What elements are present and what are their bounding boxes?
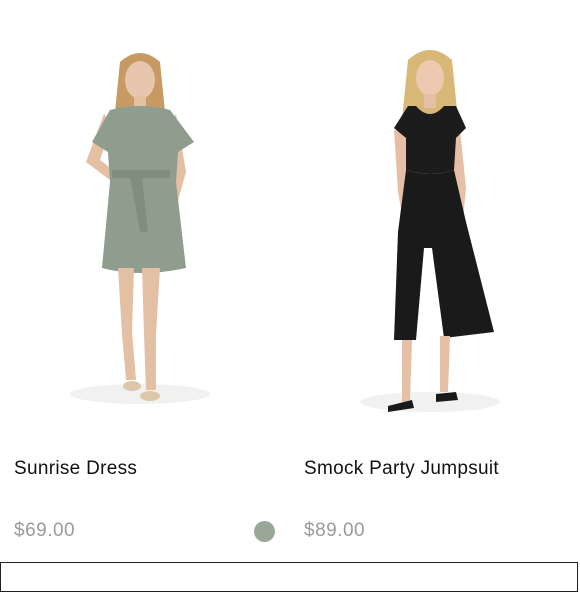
product-name[interactable]: Smock Party Jumpsuit — [304, 458, 499, 480]
sage-dress-model-icon — [70, 53, 210, 404]
color-swatch-green[interactable] — [254, 521, 275, 542]
product-name[interactable]: Sunrise Dress — [14, 458, 137, 480]
product-grid: Sunrise Dress $69.00 Smock Party Jumpsui… — [0, 0, 580, 560]
black-jumpsuit-model-icon — [360, 50, 500, 412]
product-price: $69.00 — [14, 520, 76, 541]
bottom-button-outline[interactable] — [0, 562, 578, 592]
product-card-smock-party-jumpsuit[interactable]: Smock Party Jumpsuit $89.00 — [290, 0, 580, 560]
product-card-sunrise-dress[interactable]: Sunrise Dress $69.00 — [0, 0, 290, 560]
product-price: $89.00 — [304, 520, 366, 541]
product-image-smock-party-jumpsuit[interactable] — [290, 22, 580, 442]
product-image-sunrise-dress[interactable] — [0, 22, 290, 442]
